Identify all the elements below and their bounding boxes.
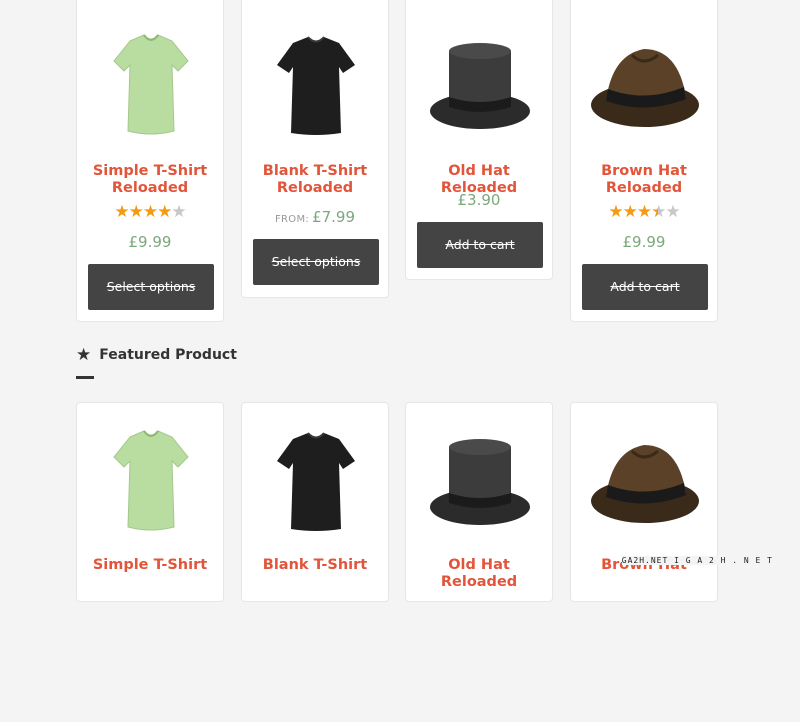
- section-title: Featured Product: [99, 347, 237, 363]
- product-image-tshirt-black[interactable]: [253, 19, 379, 147]
- rating-stars: ★★★★★: [114, 202, 186, 222]
- product-grid-top: Simple T-Shirt Reloaded ★★★★★ £9.99 Sele…: [76, 0, 720, 322]
- product-image-tshirt-black[interactable]: [253, 415, 379, 543]
- product-image-top-hat[interactable]: [417, 415, 543, 543]
- product-price: £9.99: [622, 233, 666, 251]
- product-price: £3.90: [457, 191, 501, 209]
- add-to-cart-button[interactable]: Add to cart: [417, 222, 543, 268]
- product-card[interactable]: Old Hat Reloaded: [405, 402, 553, 602]
- product-name[interactable]: Blank T-Shirt Reloaded: [248, 163, 382, 197]
- product-image-tshirt-green[interactable]: [88, 19, 214, 147]
- product-name[interactable]: Old Hat Reloaded: [412, 557, 546, 591]
- product-image-tshirt-green[interactable]: [88, 415, 214, 543]
- product-name[interactable]: Simple T-Shirt: [83, 557, 217, 574]
- product-card[interactable]: Blank T-Shirt: [241, 402, 389, 602]
- product-name[interactable]: Brown Hat Reloaded: [577, 163, 711, 197]
- product-name[interactable]: Simple T-Shirt Reloaded: [83, 163, 217, 197]
- product-image-fedora-brown[interactable]: [582, 19, 708, 147]
- select-options-button[interactable]: Select options: [253, 239, 379, 285]
- product-card[interactable]: Old Hat Reloaded £3.90 Add to cart: [405, 0, 553, 280]
- product-card[interactable]: Simple T-Shirt Reloaded ★★★★★ £9.99 Sele…: [76, 0, 224, 322]
- watermark: GA2H.NET I G A 2 H . N E T: [621, 556, 773, 565]
- rating-stars: ★★★★★: [608, 202, 680, 222]
- product-image-fedora-brown[interactable]: [582, 415, 708, 543]
- product-price: £9.99: [128, 233, 172, 251]
- product-price: FROM: £7.99: [274, 208, 356, 226]
- featured-product-heading: ★ Featured Product: [76, 345, 237, 365]
- product-card[interactable]: Blank T-Shirt Reloaded FROM: £7.99 Select…: [241, 0, 389, 298]
- product-card[interactable]: Brown Hat Reloaded ★★★★★ £9.99 Add to ca…: [570, 0, 718, 322]
- select-options-button[interactable]: Select options: [88, 264, 214, 310]
- product-card[interactable]: Brown Hat: [570, 402, 718, 602]
- add-to-cart-button[interactable]: Add to cart: [582, 264, 708, 310]
- product-image-top-hat[interactable]: [417, 19, 543, 147]
- section-underline: [76, 376, 94, 379]
- product-name[interactable]: Blank T-Shirt: [248, 557, 382, 574]
- product-card[interactable]: Simple T-Shirt: [76, 402, 224, 602]
- star-icon: ★: [76, 345, 92, 365]
